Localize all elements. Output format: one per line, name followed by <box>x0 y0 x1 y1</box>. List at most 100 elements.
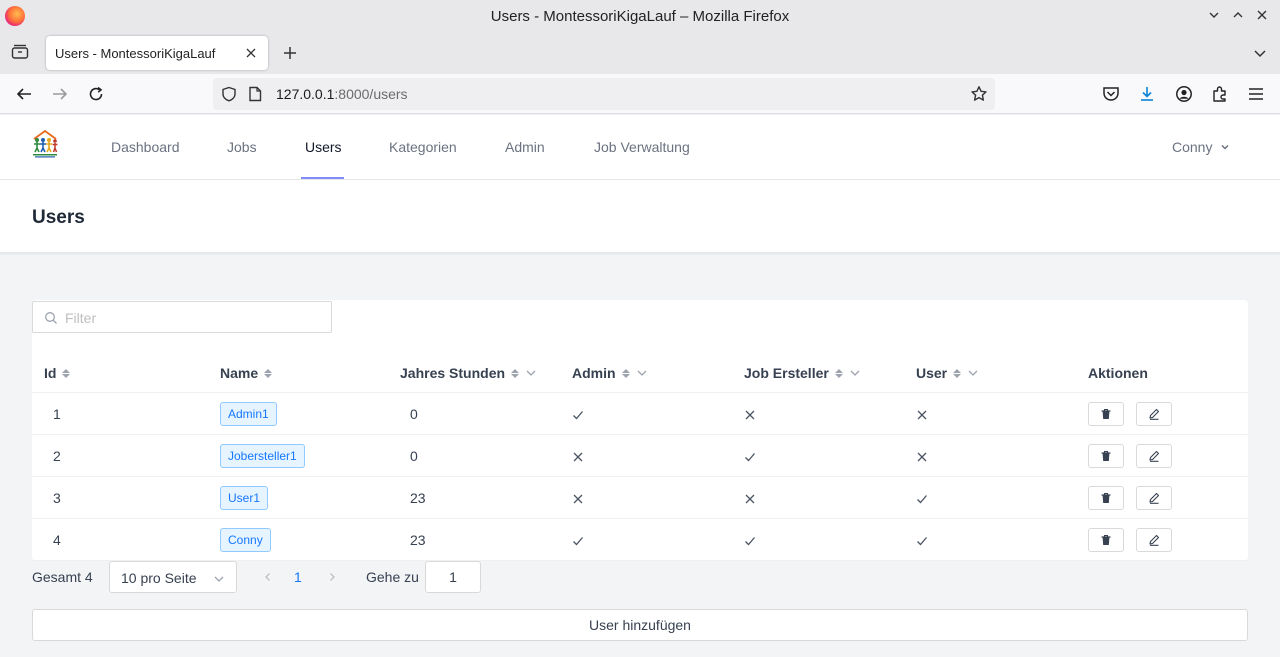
column-label: Name <box>220 365 259 381</box>
delete-button[interactable] <box>1088 528 1124 552</box>
cross-icon <box>744 408 756 420</box>
column-label: Job Ersteller <box>744 365 829 381</box>
column-label: User <box>916 365 948 381</box>
column-label: Admin <box>572 365 616 381</box>
extensions-icon[interactable] <box>1209 83 1231 105</box>
column-header-user[interactable]: User <box>916 365 979 381</box>
app-menu-icon[interactable] <box>1245 83 1267 105</box>
filter-chevron-icon[interactable] <box>525 367 537 379</box>
browser-tab[interactable]: Users - MontessoriKigaLauf <box>46 36 268 70</box>
cross-icon <box>744 492 756 504</box>
new-tab-icon[interactable] <box>280 43 300 63</box>
sort-icon[interactable] <box>621 368 630 378</box>
url-text: 127.0.0.1:8000/users <box>276 86 408 102</box>
sort-icon[interactable] <box>511 368 520 378</box>
sort-icon[interactable] <box>264 368 273 378</box>
total-count: Gesamt 4 <box>32 569 93 585</box>
nav-admin[interactable]: Admin <box>505 139 545 155</box>
user-dropdown[interactable]: Conny <box>1172 139 1230 155</box>
filter-input[interactable] <box>65 308 315 328</box>
user-name-tag[interactable]: Conny <box>220 528 271 552</box>
bookmark-star-icon[interactable] <box>969 84 989 104</box>
column-header-admin[interactable]: Admin <box>572 365 648 381</box>
shield-icon[interactable] <box>221 86 237 105</box>
column-label: Aktionen <box>1088 365 1148 381</box>
check-icon <box>916 492 928 504</box>
account-icon[interactable] <box>1173 83 1195 105</box>
app-navigation: Dashboard Jobs Users Kategorien Admin Jo… <box>0 115 1280 180</box>
check-icon <box>744 450 756 462</box>
column-header-jahres-stunden[interactable]: Jahres Stunden <box>400 365 537 381</box>
column-header-job-ersteller[interactable]: Job Ersteller <box>744 365 861 381</box>
user-name: Conny <box>1172 139 1213 155</box>
user-name-tag[interactable]: Admin1 <box>220 402 277 426</box>
filter-chevron-icon[interactable] <box>849 367 861 379</box>
cross-icon <box>572 492 584 504</box>
cell-hours: 23 <box>410 490 426 506</box>
column-header-name[interactable]: Name <box>220 365 273 381</box>
column-header-id[interactable]: Id <box>44 365 71 381</box>
trash-icon <box>1100 450 1112 462</box>
trash-icon <box>1100 408 1112 420</box>
nav-job-verwaltung[interactable]: Job Verwaltung <box>594 139 690 155</box>
cross-icon <box>916 450 928 462</box>
edit-button[interactable] <box>1136 402 1172 426</box>
page-title: Users <box>32 207 85 228</box>
sort-icon[interactable] <box>834 368 843 378</box>
edit-button[interactable] <box>1136 528 1172 552</box>
table-row: 4 Conny 23 <box>32 519 1248 561</box>
user-name-tag[interactable]: Jobersteller1 <box>220 444 305 468</box>
cross-icon <box>916 408 928 420</box>
pocket-icon[interactable] <box>1100 83 1122 105</box>
url-bar[interactable]: 127.0.0.1:8000/users <box>213 78 995 110</box>
tab-overview-icon[interactable] <box>10 42 30 62</box>
cell-hours: 0 <box>410 448 418 464</box>
edit-icon <box>1148 534 1160 546</box>
close-window-icon[interactable] <box>1252 4 1272 26</box>
prev-page-icon[interactable] <box>260 569 276 585</box>
page-size-select[interactable]: 10 pro Seite <box>109 561 237 593</box>
active-nav-indicator <box>301 177 344 179</box>
forward-icon[interactable] <box>49 83 71 105</box>
add-user-button[interactable]: User hinzufügen <box>32 609 1248 641</box>
back-icon[interactable] <box>13 83 35 105</box>
trash-icon <box>1100 534 1112 546</box>
edit-icon <box>1148 408 1160 420</box>
trash-icon <box>1100 492 1112 504</box>
montessori-logo-icon[interactable] <box>31 128 59 158</box>
edit-icon <box>1148 492 1160 504</box>
edit-button[interactable] <box>1136 444 1172 468</box>
table-row: 3 User1 23 <box>32 477 1248 519</box>
window-titlebar: Users - MontessoriKigaLauf – Mozilla Fir… <box>0 0 1280 32</box>
minimize-icon[interactable] <box>1204 4 1224 26</box>
check-icon <box>572 534 584 546</box>
filter-chevron-icon[interactable] <box>967 367 979 379</box>
url-path: :8000/users <box>334 86 408 102</box>
nav-jobs[interactable]: Jobs <box>227 139 257 155</box>
goto-page-input[interactable] <box>425 561 481 593</box>
downloads-icon[interactable] <box>1136 83 1158 105</box>
delete-button[interactable] <box>1088 486 1124 510</box>
filter-chevron-icon[interactable] <box>636 367 648 379</box>
tab-title: Users - MontessoriKigaLauf <box>55 45 216 61</box>
delete-button[interactable] <box>1088 444 1124 468</box>
nav-dashboard[interactable]: Dashboard <box>111 139 180 155</box>
sort-icon[interactable] <box>953 368 962 378</box>
filter-field[interactable] <box>32 301 332 333</box>
nav-kategorien[interactable]: Kategorien <box>389 139 457 155</box>
page-info-icon[interactable] <box>248 86 262 105</box>
delete-button[interactable] <box>1088 402 1124 426</box>
edit-button[interactable] <box>1136 486 1172 510</box>
next-page-icon[interactable] <box>324 569 340 585</box>
nav-users[interactable]: Users <box>305 139 342 155</box>
reload-icon[interactable] <box>85 83 107 105</box>
chevron-down-icon <box>214 576 224 582</box>
sort-icon[interactable] <box>62 368 71 378</box>
page-number[interactable]: 1 <box>294 569 302 585</box>
close-tab-icon[interactable] <box>242 44 260 62</box>
maximize-icon[interactable] <box>1228 4 1248 26</box>
user-name-tag[interactable]: User1 <box>220 486 269 510</box>
cross-icon <box>572 450 584 462</box>
tab-list-chevron-icon[interactable] <box>1250 43 1270 63</box>
check-icon <box>916 534 928 546</box>
